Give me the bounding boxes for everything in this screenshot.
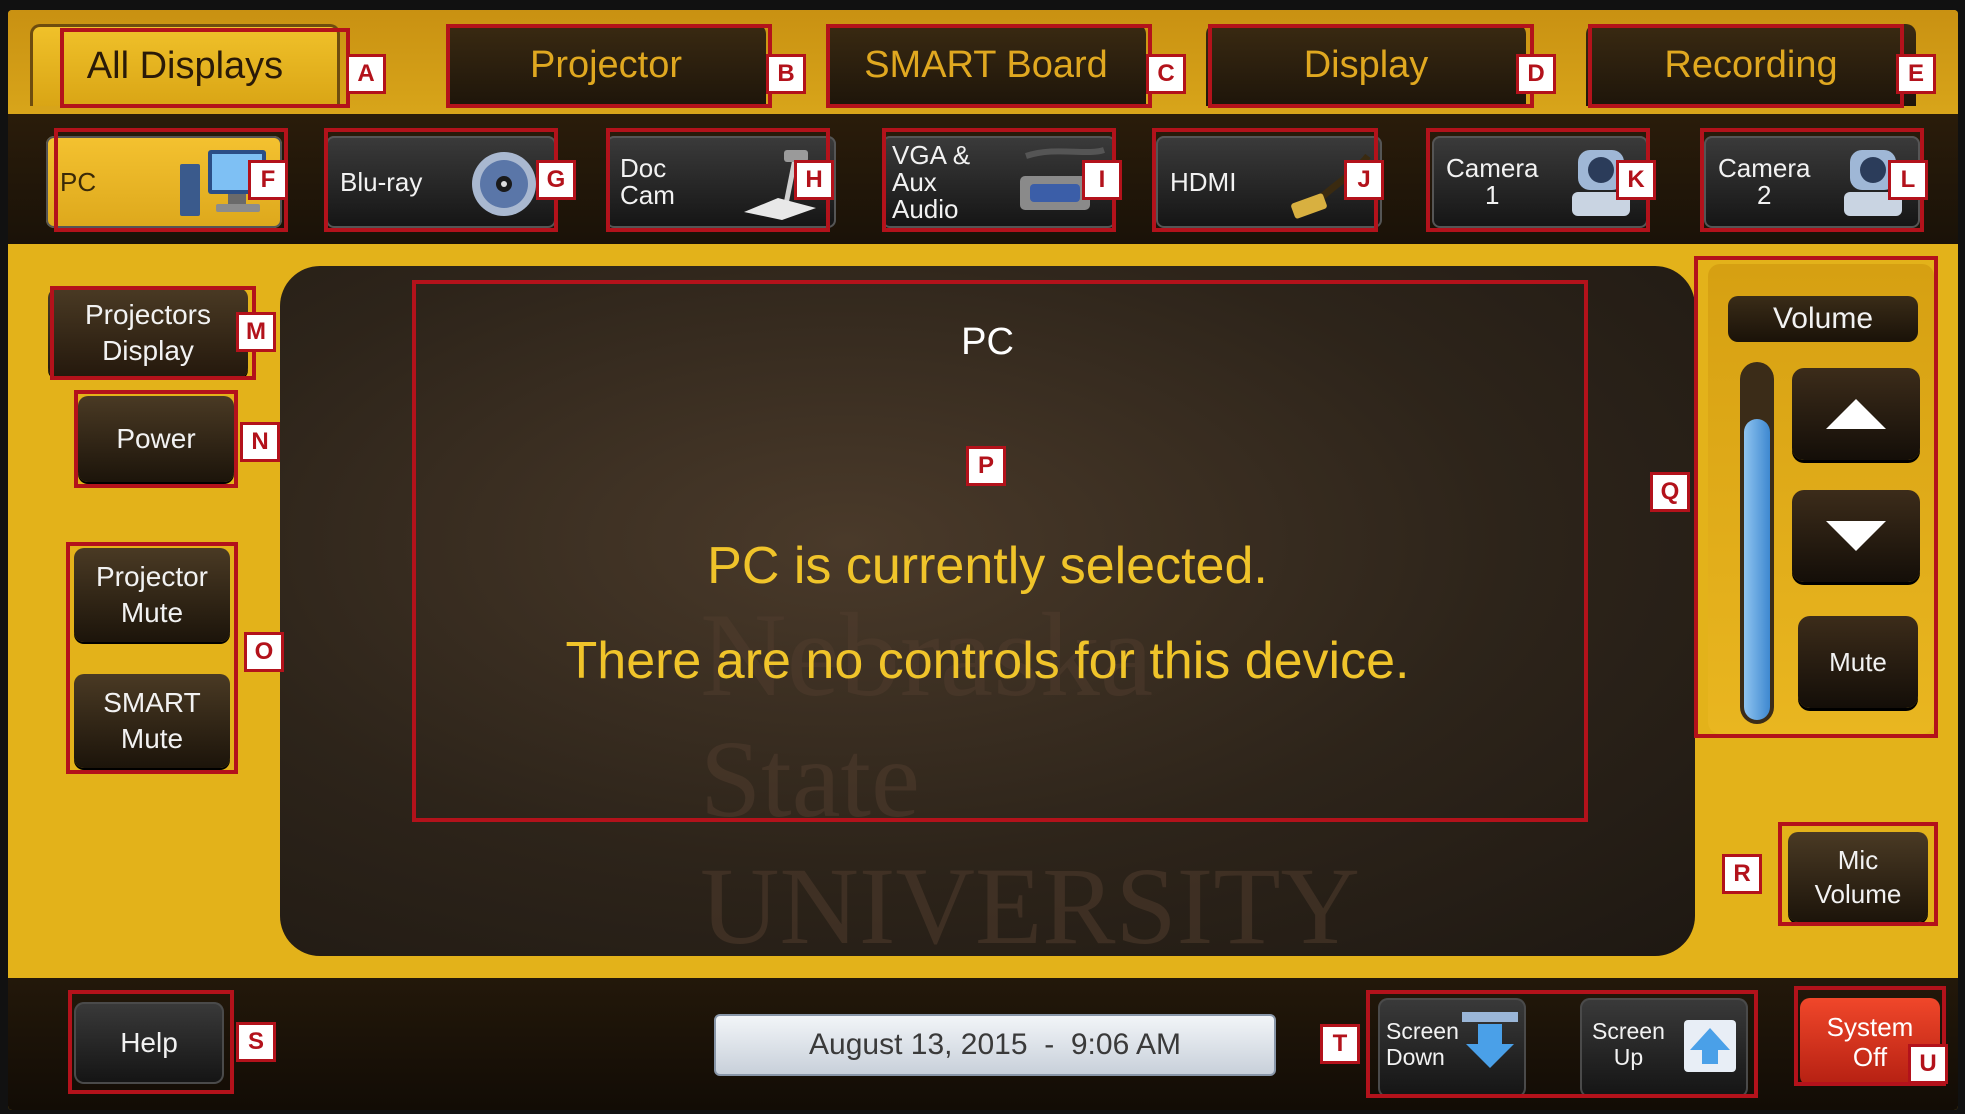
volume-mute-button[interactable]: Mute (1798, 616, 1918, 708)
button-label: Power (116, 423, 196, 454)
annotation-badge: L (1888, 160, 1928, 200)
source-label: Camera 1 (1446, 153, 1539, 210)
watermark-text: State UNIVERSITY (700, 718, 1360, 967)
bottom-bar: Help August 13, 2015 - 9:06 AM Screen Do… (8, 978, 1958, 1110)
status-message: There are no controls for this device. (565, 632, 1410, 690)
smart-mute-button[interactable]: SMART Mute (74, 674, 230, 768)
tab-smart-board[interactable]: SMART Board (826, 24, 1146, 106)
help-button[interactable]: Help (74, 1002, 224, 1084)
annotation-badge: J (1344, 160, 1384, 200)
tab-display[interactable]: Display (1206, 24, 1526, 106)
arrow-up-icon (1684, 1020, 1736, 1072)
status-screen: Nebraska State UNIVERSITY PC PC is curre… (280, 266, 1695, 967)
annotation-badge: H (794, 160, 834, 200)
source-label: PC (60, 166, 97, 197)
annotation-badge: E (1896, 54, 1936, 94)
date-time-display: August 13, 2015 - 9:06 AM (714, 1014, 1276, 1076)
source-bluray-button[interactable]: Blu-ray (326, 136, 556, 228)
annotation-badge: O (244, 632, 284, 672)
annotation-badge: Q (1650, 472, 1690, 512)
projectors-display-button[interactable]: Projectors Display (48, 288, 248, 378)
button-label: System Off (1826, 1012, 1914, 1072)
volume-up-button[interactable] (1792, 368, 1920, 460)
control-panel: All Displays Projector SMART Board Displ… (8, 10, 1958, 1110)
disc-icon (472, 152, 536, 216)
volume-down-button[interactable] (1792, 490, 1920, 582)
tab-label: Display (1303, 43, 1429, 86)
tab-label: Projector (529, 43, 683, 86)
source-label: VGA & Aux Audio (892, 139, 971, 224)
button-label: Screen Up (1592, 1018, 1665, 1070)
source-label: Doc Cam (620, 153, 675, 210)
annotation-badge: D (1516, 54, 1556, 94)
annotation-badge: C (1146, 54, 1186, 94)
tab-label: Recording (1664, 43, 1838, 86)
tab-all-displays[interactable]: All Displays (30, 24, 340, 106)
annotation-badge: K (1616, 160, 1656, 200)
volume-label: Volume (1728, 296, 1918, 342)
volume-panel: Volume Mute (1708, 264, 1934, 734)
power-button[interactable]: Power (78, 396, 234, 482)
tab-label: All Displays (86, 45, 284, 87)
annotation-badge: P (966, 446, 1006, 486)
annotation-badge: F (248, 160, 288, 200)
source-label: Blu-ray (340, 166, 423, 197)
projector-mute-button[interactable]: Projector Mute (74, 548, 230, 642)
status-message: PC is currently selected. (707, 537, 1268, 595)
source-pc-button[interactable]: PC (46, 136, 282, 228)
tab-recording[interactable]: Recording (1586, 24, 1916, 106)
button-label: Mic Volume (1814, 845, 1902, 909)
annotation-badge: U (1908, 1044, 1948, 1084)
annotation-badge: A (346, 54, 386, 94)
volume-slider[interactable] (1740, 362, 1774, 724)
annotation-badge: B (766, 54, 806, 94)
annotation-badge: I (1082, 160, 1122, 200)
button-label: Screen Down (1386, 1018, 1459, 1070)
annotation-badge: R (1722, 854, 1762, 894)
selected-source-title: PC (961, 321, 1014, 363)
triangle-down-icon (1826, 521, 1886, 551)
button-label: SMART Mute (103, 687, 201, 754)
arrow-down-icon (1462, 1012, 1518, 1068)
mic-volume-button[interactable]: Mic Volume (1788, 832, 1928, 922)
annotation-badge: T (1320, 1024, 1360, 1064)
source-label: Camera 2 (1718, 153, 1811, 210)
button-label: Mute (1829, 646, 1887, 677)
source-label: HDMI (1170, 166, 1237, 197)
button-label: Projector Mute (95, 561, 209, 628)
source-selector: PC Blu-ray Doc Cam VGA & Aux Audio HDMI … (8, 114, 1958, 244)
annotation-badge: G (536, 160, 576, 200)
annotation-badge: M (236, 312, 276, 352)
tab-projector[interactable]: Projector (446, 24, 766, 106)
university-watermark: Nebraska State UNIVERSITY (700, 586, 1460, 967)
annotation-badge: S (236, 1022, 276, 1062)
triangle-up-icon (1826, 399, 1886, 429)
tab-label: SMART Board (864, 43, 1108, 86)
button-label: Help (120, 1027, 178, 1058)
display-tabs: All Displays Projector SMART Board Displ… (8, 10, 1958, 114)
button-label: Projectors Display (84, 299, 212, 366)
source-vga-aux-audio-button[interactable]: VGA & Aux Audio (882, 136, 1116, 228)
annotation-badge: N (240, 422, 280, 462)
screen-up-button[interactable]: Screen Up (1580, 998, 1748, 1098)
screen-down-button[interactable]: Screen Down (1378, 998, 1526, 1098)
volume-level (1744, 419, 1770, 720)
